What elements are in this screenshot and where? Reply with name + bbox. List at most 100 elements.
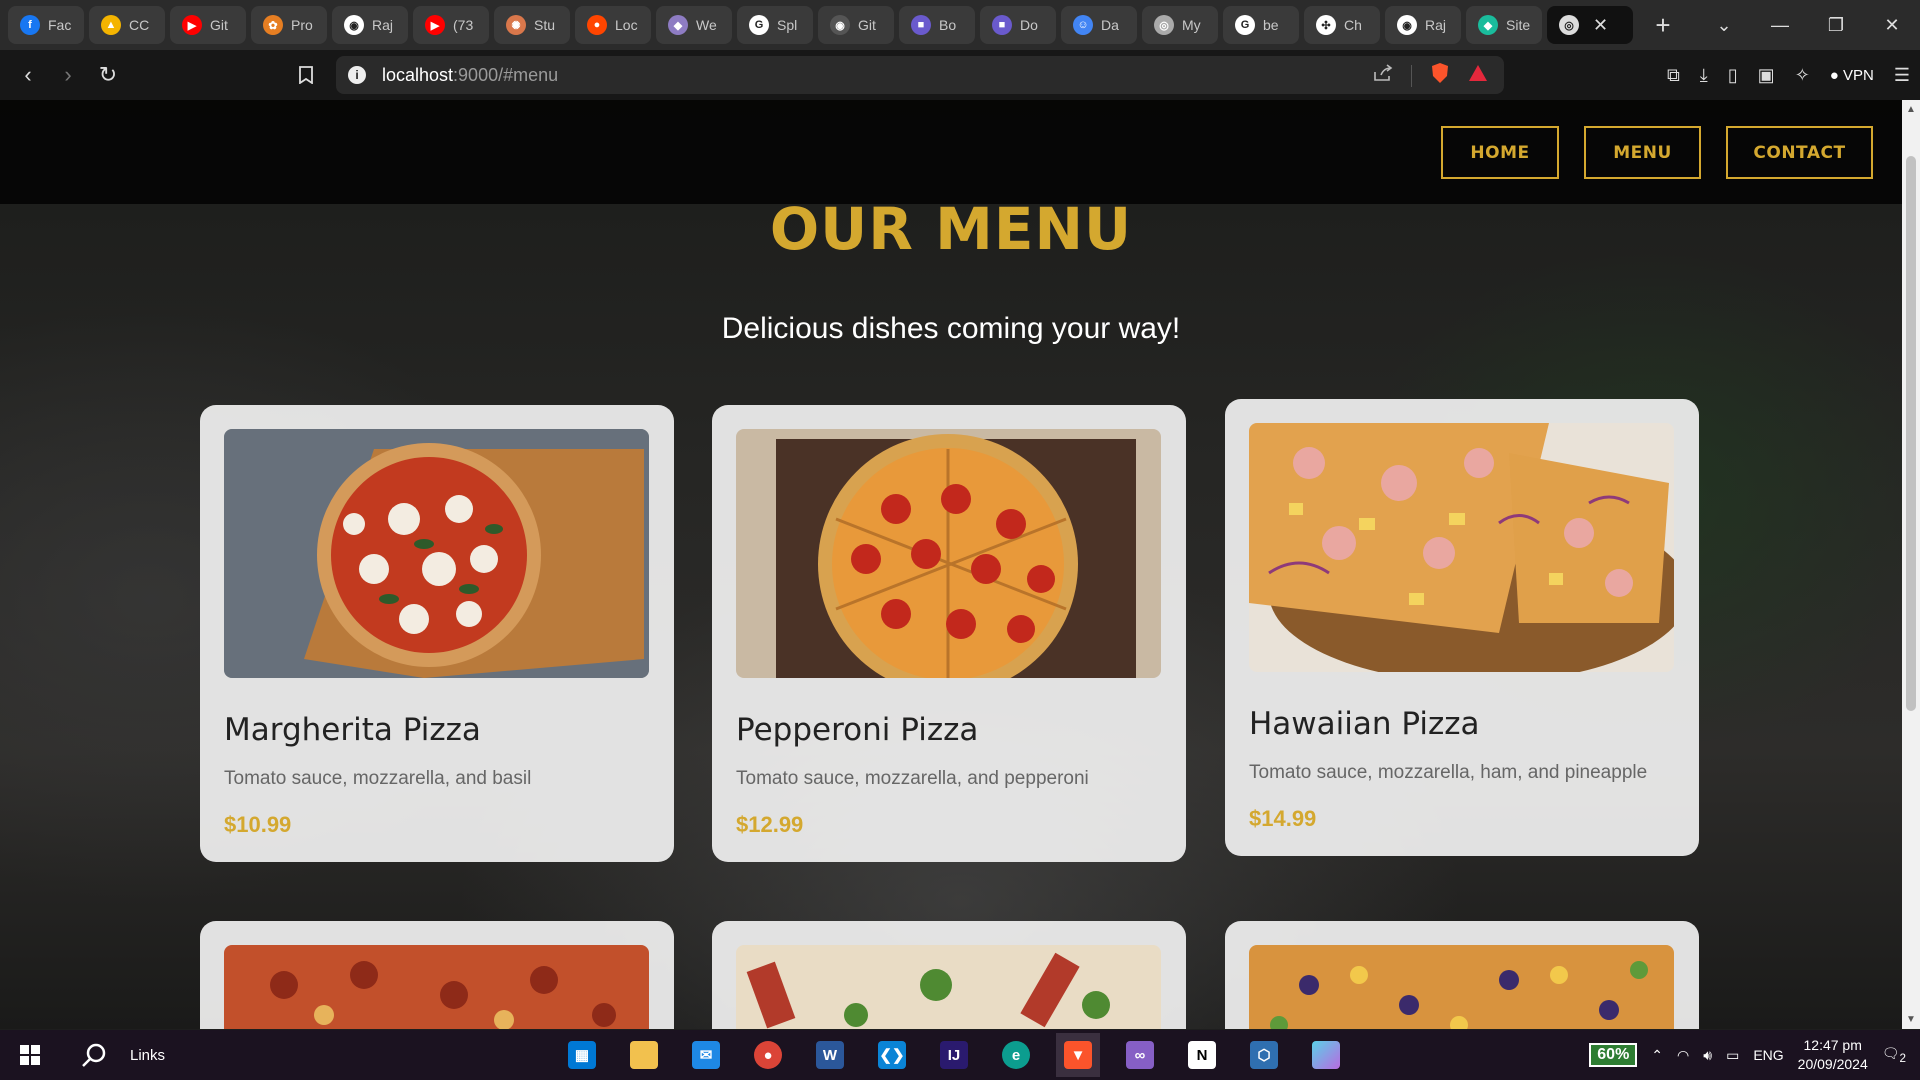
menu-card-row2-2[interactable] — [712, 921, 1186, 1029]
clock-time: 12:47 pm — [1803, 1037, 1862, 1053]
toolbar-actions: ⧉ ⤓ ▯ ▣ ✧ ● VPN ☰ — [1667, 50, 1910, 100]
menu-card-margherita[interactable]: Margherita Pizza Tomato sauce, mozzarell… — [200, 405, 674, 862]
back-button[interactable]: ‹ — [8, 55, 48, 95]
browser-tab[interactable]: ✣ Ch — [1304, 6, 1380, 44]
notification-icon[interactable]: 🗨︎2 — [1882, 1045, 1906, 1065]
vpn-button[interactable]: ● VPN — [1830, 67, 1874, 84]
microsoft-store-icon[interactable]: ▦ — [560, 1033, 604, 1077]
tab-label: Da — [1101, 17, 1119, 33]
power-icon[interactable]: ▭ — [1726, 1047, 1739, 1064]
menu-icon[interactable]: ☰ — [1894, 65, 1910, 86]
app-icon: ■ — [911, 15, 931, 35]
leo-ai-icon[interactable]: ✧ — [1795, 65, 1810, 86]
address-bar[interactable]: i localhost :9000/#menu — [336, 56, 1504, 94]
brave-icon[interactable]: ▼ — [1056, 1033, 1100, 1077]
close-icon[interactable]: ✕ — [1593, 15, 1608, 36]
globe-icon: ◎ — [1559, 15, 1579, 35]
mail-icon[interactable]: ✉ — [684, 1033, 728, 1077]
volume-icon[interactable]: 🔊︎ — [1703, 1047, 1712, 1064]
menu-card-pepperoni[interactable]: Pepperoni Pizza Tomato sauce, mozzarella… — [712, 405, 1186, 862]
minimize-button[interactable]: — — [1752, 15, 1808, 36]
brave-shields-icon[interactable] — [1430, 62, 1450, 89]
browser-tab[interactable]: ◉ Raj — [332, 6, 408, 44]
browser-tab[interactable]: ■ Bo — [899, 6, 975, 44]
menu-card-row2-3[interactable] — [1225, 921, 1699, 1029]
browser-tab[interactable]: ▶ Git — [170, 6, 246, 44]
dish-description: Tomato sauce, mozzarella, ham, and pinea… — [1249, 762, 1648, 783]
battery-indicator[interactable]: 60% — [1589, 1043, 1638, 1067]
reload-button[interactable]: ↻ — [88, 55, 128, 95]
browser-tab[interactable]: Gbe — [1223, 6, 1299, 44]
menu-card-hawaiian[interactable]: Hawaiian Pizza Tomato sauce, mozzarella,… — [1225, 399, 1699, 856]
restore-button[interactable]: ❐ — [1808, 15, 1864, 36]
page-scrollbar[interactable]: ▲ ▼ — [1902, 100, 1920, 1029]
chrome-icon[interactable]: ● — [746, 1033, 790, 1077]
clock[interactable]: 12:47 pm 20/09/2024 — [1798, 1036, 1868, 1074]
nav-contact-link[interactable]: CONTACT — [1726, 126, 1873, 179]
tab-label: Do — [1020, 17, 1038, 33]
bookmark-icon[interactable] — [286, 55, 326, 95]
virtualbox-icon[interactable]: ⬡ — [1242, 1033, 1286, 1077]
browser-tab[interactable]: ◉ Git — [818, 6, 894, 44]
claude-icon: ✺ — [506, 15, 526, 35]
browser-tab[interactable]: ☺ Da — [1061, 6, 1137, 44]
share-icon[interactable] — [1373, 64, 1393, 87]
reddit-icon: ● — [587, 15, 607, 35]
windows-taskbar: Links ▦ ✉ ● W ❮❯ IJ e ▼ ∞ N ⬡ 60% ⌃ ◠ 🔊︎… — [0, 1030, 1920, 1080]
browser-tab[interactable]: f Fac — [8, 6, 84, 44]
browser-tab[interactable]: ◎ My — [1142, 6, 1218, 44]
forward-button[interactable]: › — [48, 55, 88, 95]
browser-tab[interactable]: G Spl — [737, 6, 813, 44]
nav-menu-link[interactable]: MENU — [1584, 126, 1701, 179]
network-icon[interactable]: ◠ — [1677, 1047, 1689, 1064]
dish-name: Hawaiian Pizza — [1249, 706, 1480, 742]
file-explorer-icon[interactable] — [622, 1033, 666, 1077]
close-window-button[interactable]: ✕ — [1864, 15, 1920, 36]
vscode-icon[interactable]: ❮❯ — [870, 1033, 914, 1077]
facebook-icon: f — [20, 15, 40, 35]
nav-home-link[interactable]: HOME — [1441, 126, 1559, 179]
notification-count: 2 — [1899, 1051, 1906, 1065]
browser-tab[interactable]: ✿ Pro — [251, 6, 327, 44]
chat-icon: ◆ — [668, 15, 688, 35]
dish-name: Pepperoni Pizza — [736, 712, 979, 748]
dish-name: Margherita Pizza — [224, 712, 481, 748]
browser-tab[interactable]: ◆ We — [656, 6, 732, 44]
language-indicator[interactable]: ENG — [1753, 1047, 1783, 1063]
word-icon[interactable]: W — [808, 1033, 852, 1077]
tab-search-icon[interactable]: ⌄ — [1696, 15, 1752, 36]
app-icon[interactable] — [1304, 1033, 1348, 1077]
menu-card-row2-1[interactable] — [200, 921, 674, 1029]
scroll-thumb[interactable] — [1906, 156, 1916, 711]
active-tab[interactable]: ◎ ✕ — [1547, 6, 1633, 44]
margherita-pizza-image — [224, 429, 649, 678]
tray-overflow-icon[interactable]: ⌃ — [1651, 1047, 1663, 1064]
brave-rewards-icon[interactable] — [1468, 64, 1488, 87]
scroll-down-icon[interactable]: ▼ — [1902, 1014, 1920, 1025]
wallet-icon[interactable]: ▣ — [1758, 65, 1775, 86]
tab-label: be — [1263, 17, 1279, 33]
sidebar-icon[interactable]: ▯ — [1728, 65, 1738, 86]
browser-tab[interactable]: ▶ (73 — [413, 6, 489, 44]
intellij-icon[interactable]: IJ — [932, 1033, 976, 1077]
browser-tab[interactable]: ◆ Site — [1466, 6, 1542, 44]
browser-tab[interactable]: ● Loc — [575, 6, 651, 44]
tab-label: Spl — [777, 17, 798, 33]
browser-tab[interactable]: ▲ CC — [89, 6, 165, 44]
search-label[interactable]: Links — [130, 1047, 165, 1064]
visual-studio-icon[interactable]: ∞ — [1118, 1033, 1162, 1077]
search-icon[interactable] — [72, 1033, 116, 1077]
browser-tab[interactable]: ✺ Stu — [494, 6, 570, 44]
scroll-up-icon[interactable]: ▲ — [1902, 104, 1920, 115]
edge-icon[interactable]: e — [994, 1033, 1038, 1077]
download-icon[interactable]: ⤓ — [1700, 65, 1708, 86]
notion-icon[interactable]: N — [1180, 1033, 1224, 1077]
windows-start-icon[interactable] — [8, 1033, 52, 1077]
extensions-icon[interactable]: ⧉ — [1667, 65, 1680, 86]
new-tab-button[interactable]: + — [1644, 6, 1682, 44]
browser-tab[interactable]: ■ Do — [980, 6, 1056, 44]
site-info-icon[interactable]: i — [348, 66, 366, 84]
tab-label: Site — [1506, 17, 1531, 33]
browser-tab[interactable]: ◉ Raj — [1385, 6, 1461, 44]
pinned-apps: ▦ ✉ ● W ❮❯ IJ e ▼ ∞ N ⬡ — [560, 1033, 1348, 1077]
